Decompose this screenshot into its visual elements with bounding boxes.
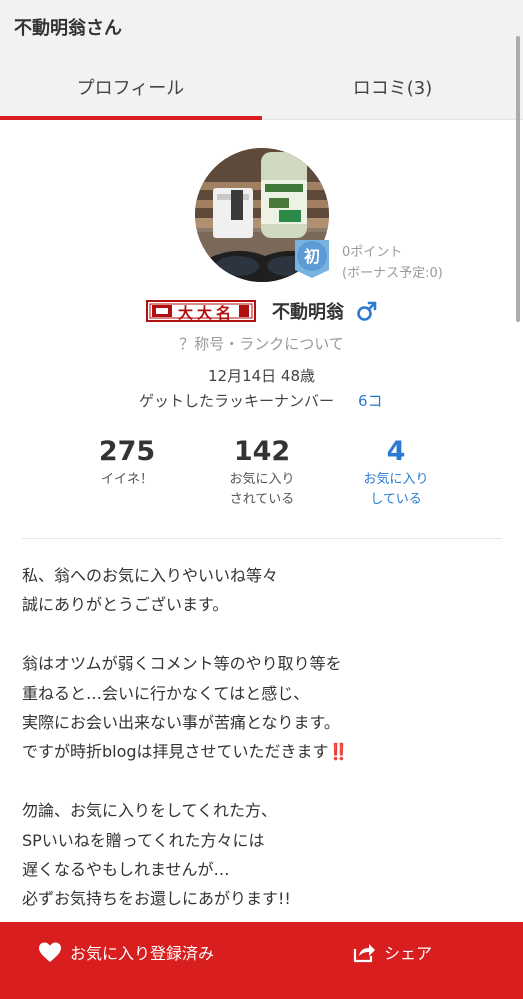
stat-likes-label: イイネ！ (100, 472, 153, 487)
stat-favoriting-value[interactable]: 4 (331, 436, 461, 468)
app-header: 不動明翁さん (0, 0, 523, 54)
first-badge-icon: 初 (293, 238, 331, 278)
stat-favoriting-label[interactable]: お気に入り している (331, 470, 461, 510)
rank-info-link[interactable]: ？称号・ランクについて (0, 333, 523, 354)
section-divider (22, 538, 502, 539)
stat-favorited: 142 お気に入り されている (197, 436, 327, 510)
tab-bar: プロフィール ロコミ(3) (0, 54, 523, 120)
bio-line: 必ずお気持ちをお還しにあがります!! (22, 889, 291, 909)
heart-icon (39, 942, 61, 962)
male-icon (356, 300, 378, 322)
share-button-label: シェア (384, 944, 433, 963)
bio-line: 遅くなるやもしれませんが… (22, 859, 230, 879)
stat-favorited-label: お気に入り されている (197, 470, 327, 510)
points-info: 0ポイント (ボーナス予定:0) (342, 242, 443, 284)
tab-profile[interactable]: プロフィール (0, 54, 261, 120)
first-badge-label: 初 (303, 247, 320, 266)
stat-favorited-value: 142 (233, 436, 291, 467)
bio-line: 実際にお会い出来ない事が苦痛となります。 (22, 712, 340, 732)
stat-favorited-label-line2: されている (229, 492, 295, 507)
favorite-button[interactable]: お気に入り登録済み (38, 922, 214, 982)
stat-favoriting-label-line2[interactable]: している (331, 490, 461, 510)
stat-favorited-label-line1: お気に入り (229, 472, 295, 487)
double-exclamation-emoji: ‼️ (328, 742, 349, 762)
scrollbar[interactable] (516, 36, 520, 322)
bonus-points: (ボーナス予定:0) (342, 266, 443, 281)
page-title: 不動明翁さん (14, 18, 122, 39)
bio-line-text: ですが時折blogは拝見させていただきます (22, 742, 329, 762)
bio-line (22, 767, 502, 796)
user-name: 不動明翁 (272, 302, 344, 323)
stat-likes-value: 275 (98, 436, 156, 467)
lucky-number-label: ゲットしたラッキーナンバー (139, 392, 335, 410)
birthday-age: 12月14日 48歳 (207, 367, 316, 385)
tab-reviews[interactable]: ロコミ(3) (262, 54, 523, 120)
share-icon (353, 944, 375, 963)
bio-line: 翁はオツムが弱くコメント等のやり取り等を (22, 654, 342, 674)
bio-line: SPいいねを贈ってくれた方々には (22, 830, 265, 850)
profile-bio: 私、翁へのお気に入りやいいね等々 誠にありがとうございます。 翁はオツムが弱くコ… (22, 561, 502, 914)
active-tab-indicator (0, 116, 262, 120)
points-value: 0ポイント (342, 245, 403, 260)
bio-line: 誠にありがとうございます。 (22, 595, 229, 615)
bio-line: 私、翁へのお気に入りやいいね等々 (22, 566, 279, 585)
stat-favoriting-label-line1[interactable]: お気に入り (331, 470, 461, 490)
lucky-number-count[interactable]: 6コ (358, 390, 383, 411)
rank-title-plate: 大大名 (146, 300, 256, 322)
profile-page: 不動明翁さん プロフィール ロコミ(3) 初 0ポイント (ボーナス予定:0) … (0, 0, 523, 999)
stat-likes: 275 イイネ！ (62, 436, 192, 490)
bio-line (22, 620, 502, 649)
bio-line: 勿論、お気に入りをしてくれた方、 (22, 801, 278, 821)
action-footer: お気に入り登録済み シェア (0, 922, 523, 999)
favorite-button-label: お気に入り登録済み (70, 944, 215, 963)
share-button[interactable]: シェア (352, 922, 432, 982)
stat-favoriting[interactable]: 4 お気に入り している (331, 436, 461, 510)
bio-line: 重ねると…会いに行かなくてはと感じ、 (22, 683, 310, 703)
rank-title-text: 大大名 (178, 304, 236, 322)
bio-line: ですが時折blogは拝見させていただきます‼️ (22, 737, 502, 766)
